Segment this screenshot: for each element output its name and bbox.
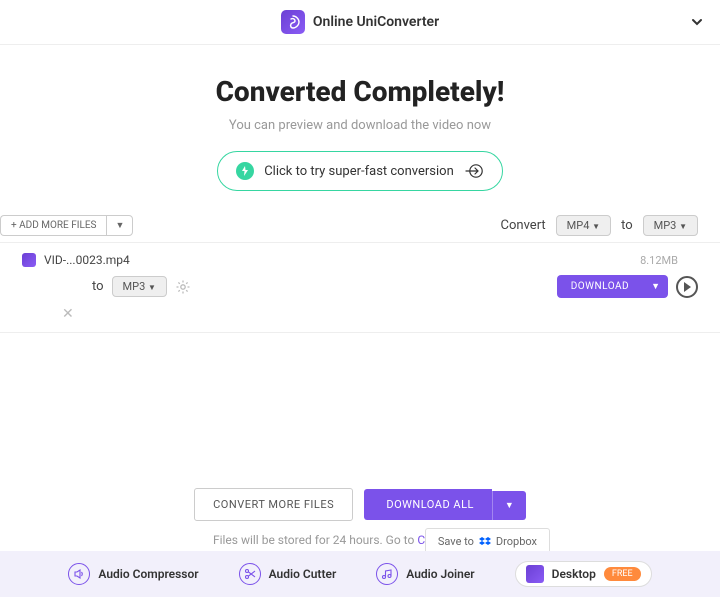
file-size: 8.12MB (640, 254, 678, 267)
app-title: Online UniConverter (313, 14, 439, 30)
hero-section: Converted Completely! You can preview an… (0, 45, 720, 209)
footer-actions: CONVERT MORE FILES DOWNLOAD ALL▼ Files w… (0, 488, 720, 547)
bottom-toolbar: Audio Compressor Audio Cutter Audio Join… (0, 551, 720, 597)
to-label: to (621, 218, 633, 233)
add-more-files-button[interactable]: + ADD MORE FILES (0, 215, 106, 236)
from-format-select[interactable]: MP4 ▼ (556, 215, 611, 236)
play-button[interactable] (676, 276, 698, 298)
audio-compressor-link[interactable]: Audio Compressor (68, 563, 198, 585)
download-all-dropdown-button[interactable]: ▼ (492, 491, 526, 520)
desktop-link[interactable]: Desktop FREE (515, 561, 652, 587)
header-bar: Online UniConverter (0, 0, 720, 45)
scissors-icon (239, 563, 261, 585)
convert-settings: Convert MP4 ▼ to MP3 ▼ (501, 215, 698, 236)
logo-swirl-icon (286, 15, 300, 29)
speaker-icon (68, 563, 90, 585)
arrow-right-icon (464, 164, 484, 178)
remove-file-button[interactable]: ✕ (62, 306, 74, 322)
file-thumbnail (22, 253, 36, 267)
add-more-group: + ADD MORE FILES ▼ (0, 215, 133, 236)
gear-icon[interactable] (175, 279, 191, 295)
file-row: VID-...0023.mp4 8.12MB to MP3 ▼ DOWNLOAD… (0, 243, 720, 333)
superfast-label: Click to try super-fast conversion (264, 164, 454, 179)
toolbar: + ADD MORE FILES ▼ Convert MP4 ▼ to MP3 … (0, 209, 720, 243)
add-more-dropdown-button[interactable]: ▼ (106, 215, 133, 236)
audio-joiner-link[interactable]: Audio Joiner (376, 563, 474, 585)
download-dropdown-button[interactable]: ▼ (643, 275, 668, 298)
files-note: Files will be stored for 24 hours. Go to… (0, 533, 720, 547)
file-to-format-select[interactable]: MP3 ▼ (112, 276, 167, 297)
chevron-down-icon[interactable] (690, 15, 704, 29)
file-name: VID-...0023.mp4 (44, 253, 130, 267)
convert-label: Convert (501, 218, 546, 233)
desktop-logo-icon (526, 565, 544, 583)
download-button[interactable]: DOWNLOAD (557, 275, 643, 298)
superfast-button[interactable]: Click to try super-fast conversion (217, 151, 503, 191)
convert-more-button[interactable]: CONVERT MORE FILES (194, 488, 353, 521)
free-badge: FREE (604, 567, 641, 581)
audio-cutter-link[interactable]: Audio Cutter (239, 563, 337, 585)
to-format-select[interactable]: MP3 ▼ (643, 215, 698, 236)
bolt-icon (236, 162, 254, 180)
app-logo (281, 10, 305, 34)
page-title: Converted Completely! (0, 75, 720, 108)
dropbox-icon (479, 536, 491, 548)
page-subtitle: You can preview and download the video n… (0, 118, 720, 133)
file-to-label: to (92, 279, 104, 294)
music-note-icon (376, 563, 398, 585)
download-all-button[interactable]: DOWNLOAD ALL (364, 489, 492, 520)
